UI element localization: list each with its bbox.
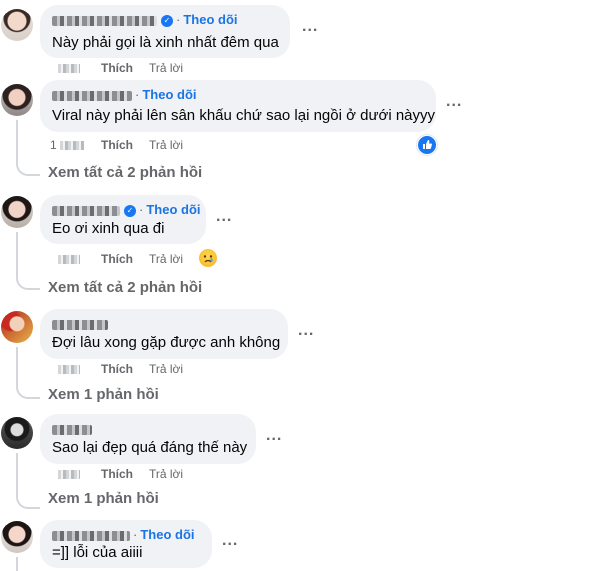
comment-actions: Thích Trả lời	[50, 61, 250, 77]
avatar[interactable]	[1, 9, 33, 41]
thread-line	[16, 120, 18, 162]
reply-button[interactable]: Trả lời	[149, 467, 183, 481]
like-button[interactable]: Thích	[101, 362, 133, 376]
comment-actions: Thích Trả lời	[50, 252, 250, 268]
comment-time	[58, 365, 80, 374]
thread-line	[16, 347, 18, 385]
comment-time-prefix: 1	[50, 138, 57, 152]
view-replies-link[interactable]: Xem 1 phản hồi	[48, 386, 159, 403]
comment-text: Eo ơi xinh qua đi	[52, 220, 165, 237]
thread-line	[16, 453, 18, 495]
reply-button[interactable]: Trả lời	[149, 252, 183, 266]
follow-link[interactable]: Theo dõi	[146, 202, 200, 217]
commenter-name[interactable]: ✓ · Theo dõi	[52, 12, 238, 27]
like-button[interactable]: Thích	[101, 61, 133, 75]
comment-bubble: Đợi lâu xong gặp được anh không	[40, 309, 288, 359]
comment-time	[60, 141, 84, 150]
follow-link[interactable]: Theo dõi	[183, 12, 237, 27]
comment-bubble: ✓ · Theo dõi Eo ơi xinh qua đi	[40, 195, 206, 244]
blurred-name	[52, 205, 120, 216]
commenter-name[interactable]	[52, 316, 108, 331]
thread-line	[16, 232, 18, 276]
comment-time	[58, 255, 80, 264]
thread-connector	[16, 274, 40, 290]
blurred-name	[52, 319, 108, 330]
comment-text: Sao lại đẹp quá đáng thế này	[52, 439, 248, 456]
sad-reaction-icon[interactable]	[199, 249, 217, 267]
more-options-icon[interactable]: ...	[216, 208, 232, 226]
like-button[interactable]: Thích	[101, 467, 133, 481]
like-button[interactable]: Thích	[101, 138, 133, 152]
avatar[interactable]	[1, 311, 33, 343]
more-options-icon[interactable]: ...	[298, 322, 314, 340]
commenter-name[interactable]: ✓ · Theo dõi	[52, 202, 201, 217]
avatar[interactable]	[1, 521, 33, 553]
more-options-icon[interactable]: ...	[266, 427, 282, 445]
view-replies-link[interactable]: Xem tất cả 2 phản hồi	[48, 279, 202, 296]
follow-link[interactable]: Theo dõi	[140, 527, 194, 542]
reply-button[interactable]: Trả lời	[149, 61, 183, 75]
thread-connector	[16, 160, 40, 176]
comment-bubble: ✓ · Theo dõi Này phải gọi là xinh nhất đêm…	[40, 5, 290, 58]
avatar[interactable]	[1, 84, 33, 116]
comment-text: Viral này phải lên sân khấu chứ sao lại …	[52, 107, 436, 124]
thread-connector	[16, 383, 40, 399]
more-options-icon[interactable]: ...	[222, 532, 238, 550]
verified-badge-icon: ✓	[124, 204, 136, 217]
follow-link[interactable]: Theo dõi	[142, 87, 196, 102]
reply-button[interactable]: Trả lời	[149, 362, 183, 376]
view-replies-link[interactable]: Xem 1 phản hồi	[48, 490, 159, 507]
commenter-name[interactable]: · Theo dõi	[52, 527, 195, 542]
verified-badge-icon: ✓	[161, 14, 173, 27]
comment-text: Này phải gọi là xinh nhất đêm qua	[52, 34, 279, 51]
comment-time	[58, 64, 80, 73]
thread-connector	[16, 493, 40, 509]
like-reaction-icon[interactable]	[417, 135, 437, 155]
comment-actions: Thích Trả lời	[50, 467, 250, 483]
comment-time	[58, 470, 80, 479]
like-button[interactable]: Thích	[101, 252, 133, 266]
thread-line	[16, 557, 18, 571]
commenter-name[interactable]: · Theo dõi	[52, 87, 197, 102]
more-options-icon[interactable]: ...	[302, 18, 318, 36]
blurred-name	[52, 90, 132, 101]
comment-actions: Thích Trả lời	[50, 362, 250, 378]
comment-bubble: · Theo dõi =]] lỗi của aiiii	[40, 520, 212, 568]
comment-actions: 1 Thích Trả lời	[50, 138, 250, 154]
more-options-icon[interactable]: ...	[446, 93, 462, 111]
commenter-name[interactable]	[52, 421, 92, 436]
avatar[interactable]	[1, 417, 33, 449]
comment-bubble: · Theo dõi Viral này phải lên sân khấu ch…	[40, 80, 436, 132]
reply-button[interactable]: Trả lời	[149, 138, 183, 152]
blurred-name	[52, 530, 130, 541]
view-replies-link[interactable]: Xem tất cả 2 phản hồi	[48, 164, 202, 181]
comment-text: Đợi lâu xong gặp được anh không	[52, 334, 281, 351]
comment-bubble: Sao lại đẹp quá đáng thế này	[40, 414, 256, 464]
comment-text: =]] lỗi của aiiii	[52, 544, 143, 561]
blurred-name	[52, 424, 92, 435]
blurred-name	[52, 15, 157, 26]
avatar[interactable]	[1, 196, 33, 228]
